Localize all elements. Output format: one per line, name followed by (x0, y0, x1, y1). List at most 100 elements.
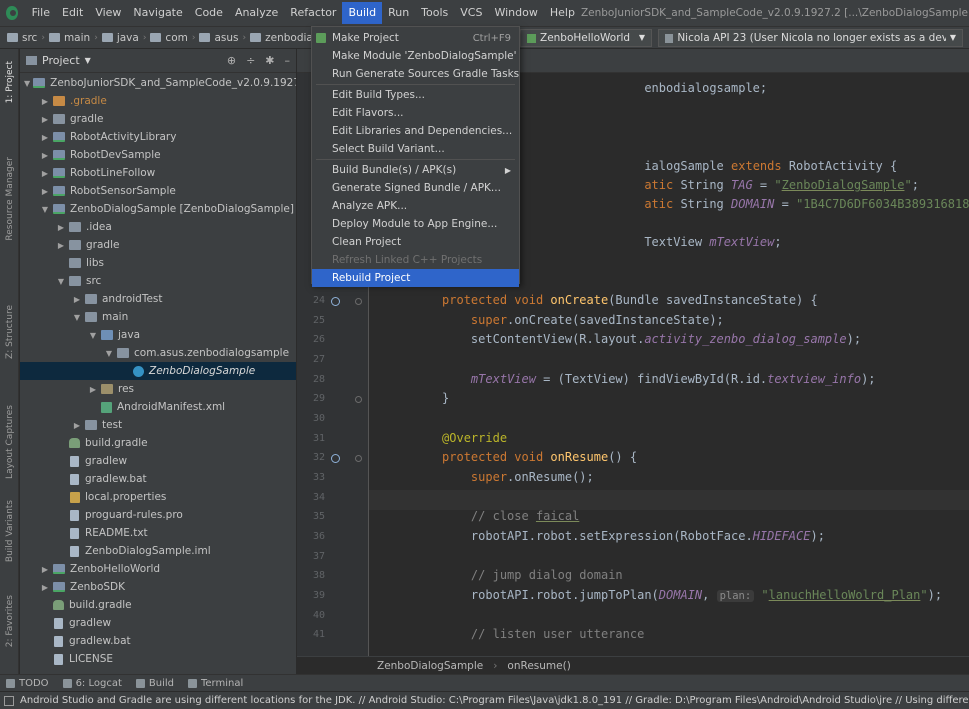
tree-item[interactable]: ▶ RobotActivityLibrary (20, 128, 296, 146)
menu-item-build-bundle-s-apk-s[interactable]: Build Bundle(s) / APK(s) ▶ (312, 161, 519, 179)
expanded-arrow-icon[interactable]: ▼ (24, 79, 30, 88)
tree-item[interactable]: ▶ ZenboHelloWorld (20, 560, 296, 578)
expanded-arrow-icon[interactable]: ▼ (88, 331, 98, 340)
menu-help[interactable]: Help (544, 2, 581, 24)
menu-analyze[interactable]: Analyze (229, 2, 284, 24)
tree-item[interactable]: ▶ RobotLineFollow (20, 164, 296, 182)
menu-item-analyze-apk[interactable]: Analyze APK... (312, 197, 519, 215)
tool-tab-5[interactable]: 2: Favorites (0, 594, 19, 649)
tree-item[interactable]: gradlew.bat (20, 470, 296, 488)
menu-file[interactable]: File (26, 2, 56, 24)
tree-item[interactable]: local.properties (20, 488, 296, 506)
hide-icon[interactable]: – (285, 54, 291, 67)
tree-item[interactable]: ▼ com.asus.zenbodialogsample (20, 344, 296, 362)
tree-item[interactable]: ▶ res (20, 380, 296, 398)
breadcrumb-item[interactable]: zenbodial (247, 32, 319, 44)
tree-item[interactable]: ▼ src (20, 272, 296, 290)
bottom-tab-todo[interactable]: TODO (6, 678, 49, 689)
breadcrumb-class[interactable]: ZenboDialogSample (377, 660, 483, 672)
tool-tab-4[interactable]: Build Variants (0, 494, 19, 569)
collapsed-arrow-icon[interactable]: ▶ (40, 151, 50, 160)
menu-build[interactable]: Build (342, 2, 383, 24)
tool-tab-3[interactable]: Layout Captures (0, 404, 19, 479)
tree-item[interactable]: gradlew (20, 452, 296, 470)
menu-item-make-project[interactable]: Make Project Ctrl+F9 (312, 29, 519, 47)
tree-item[interactable]: ZenboDialogSample.iml (20, 542, 296, 560)
menu-item-select-build-variant[interactable]: Select Build Variant... (312, 140, 519, 158)
breadcrumb-item[interactable]: src (4, 32, 40, 44)
menu-item-edit-flavors[interactable]: Edit Flavors... (312, 104, 519, 122)
status-toggle-icon[interactable] (4, 695, 14, 706)
tree-item[interactable]: ▼ ZenboJuniorSDK_and_SampleCode_v2.0.9.19… (20, 74, 296, 92)
menu-vcs[interactable]: VCS (454, 2, 488, 24)
tree-item[interactable]: ▶ gradle (20, 110, 296, 128)
tree-item[interactable]: README.txt (20, 524, 296, 542)
tree-item[interactable]: ▶ ZenboSDK (20, 578, 296, 596)
tool-tab-1[interactable]: Resource Manager (0, 144, 19, 254)
tree-item[interactable]: build.gradle (20, 596, 296, 614)
tree-item[interactable]: ▶ gradle (20, 236, 296, 254)
collapsed-arrow-icon[interactable]: ▶ (56, 223, 66, 232)
collapsed-arrow-icon[interactable]: ▶ (40, 133, 50, 142)
menu-item-clean-project[interactable]: Clean Project (312, 233, 519, 251)
menu-view[interactable]: View (89, 2, 127, 24)
collapsed-arrow-icon[interactable]: ▶ (40, 115, 50, 124)
tree-item[interactable]: LICENSE (20, 650, 296, 668)
menu-item-run-generate-sources-gradle-tasks[interactable]: Run Generate Sources Gradle Tasks (312, 65, 519, 83)
tree-item[interactable]: ▶ .idea (20, 218, 296, 236)
bottom-tab-6-logcat[interactable]: 6: Logcat (62, 678, 122, 689)
bottom-tab-build[interactable]: Build (135, 678, 174, 689)
tree-item[interactable]: build.gradle (20, 434, 296, 452)
tree-item[interactable]: gradlew.bat (20, 632, 296, 650)
tree-item[interactable]: ▶ RobotSensorSample (20, 182, 296, 200)
expanded-arrow-icon[interactable]: ▼ (40, 205, 50, 214)
menu-item-deploy-module-to-app-engine[interactable]: Deploy Module to App Engine... (312, 215, 519, 233)
menu-edit[interactable]: Edit (56, 2, 89, 24)
menu-window[interactable]: Window (488, 2, 543, 24)
locate-icon[interactable]: ⊕ (227, 54, 236, 67)
run-config-select[interactable]: ZenboHelloWorld ▼ (520, 29, 652, 47)
expanded-arrow-icon[interactable]: ▼ (72, 313, 82, 322)
tool-tab-0[interactable]: 1: Project (0, 55, 19, 110)
breadcrumb-method[interactable]: onResume() (507, 660, 570, 672)
project-view-select[interactable]: Project ▼ (26, 54, 91, 67)
collapsed-arrow-icon[interactable]: ▶ (72, 295, 82, 304)
tree-item[interactable]: libs (20, 254, 296, 272)
collapsed-arrow-icon[interactable]: ▶ (72, 421, 82, 430)
breadcrumb-item[interactable]: com (147, 32, 190, 44)
tree-item[interactable]: ▶ RobotDevSample (20, 146, 296, 164)
tree-item[interactable]: ▼ ZenboDialogSample [ZenboDialogSample] (20, 200, 296, 218)
menu-item-edit-libraries-and-dependencies[interactable]: Edit Libraries and Dependencies... (312, 122, 519, 140)
collapse-icon[interactable]: ÷ (246, 54, 255, 67)
menu-navigate[interactable]: Navigate (127, 2, 188, 24)
menu-refactor[interactable]: Refactor (284, 2, 342, 24)
breadcrumb-item[interactable]: java (99, 32, 142, 44)
tree-item[interactable]: AndroidManifest.xml (20, 398, 296, 416)
device-select[interactable]: Nicola API 23 (User Nicola no longer exi… (658, 29, 963, 47)
menu-code[interactable]: Code (189, 2, 229, 24)
collapsed-arrow-icon[interactable]: ▶ (88, 385, 98, 394)
tree-item[interactable]: ▶ .gradle (20, 92, 296, 110)
menu-item-make-module-zenbodialogsample[interactable]: Make Module 'ZenboDialogSample' (312, 47, 519, 65)
expanded-arrow-icon[interactable]: ▼ (104, 349, 114, 358)
collapsed-arrow-icon[interactable]: ▶ (56, 241, 66, 250)
collapsed-arrow-icon[interactable]: ▶ (40, 187, 50, 196)
collapsed-arrow-icon[interactable]: ▶ (40, 583, 50, 592)
bottom-tab-terminal[interactable]: Terminal (188, 678, 243, 689)
tree-item[interactable]: ▼ main (20, 308, 296, 326)
tree-item[interactable]: ▶ androidTest (20, 290, 296, 308)
menu-run[interactable]: Run (382, 2, 415, 24)
collapsed-arrow-icon[interactable]: ▶ (40, 565, 50, 574)
menu-item-rebuild-project[interactable]: Rebuild Project (312, 269, 519, 287)
gear-icon[interactable]: ✱ (265, 54, 274, 67)
breadcrumb-item[interactable]: asus (196, 32, 241, 44)
tool-tab-2[interactable]: Z: Structure (0, 294, 19, 369)
menu-item-generate-signed-bundle-apk[interactable]: Generate Signed Bundle / APK... (312, 179, 519, 197)
menu-item-edit-build-types[interactable]: Edit Build Types... (312, 86, 519, 104)
breadcrumb-item[interactable]: main (46, 32, 93, 44)
collapsed-arrow-icon[interactable]: ▶ (40, 169, 50, 178)
menu-tools[interactable]: Tools (415, 2, 454, 24)
tree-item[interactable]: ▼ java (20, 326, 296, 344)
tree-item[interactable]: ▶ test (20, 416, 296, 434)
collapsed-arrow-icon[interactable]: ▶ (40, 97, 50, 106)
